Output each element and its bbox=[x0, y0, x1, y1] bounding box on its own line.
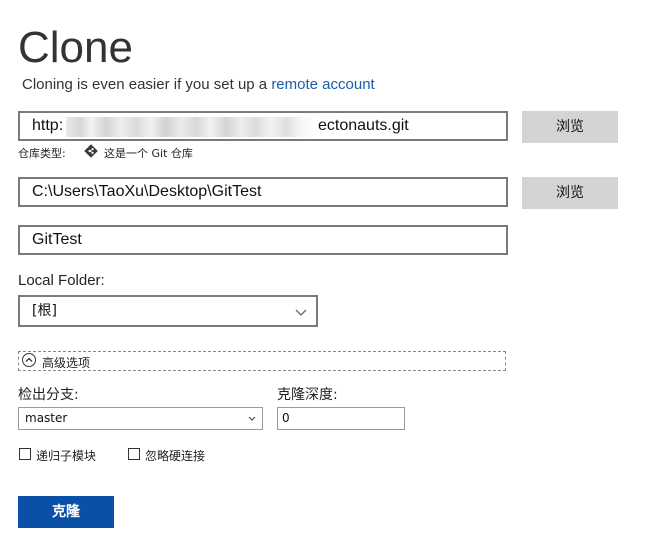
redacted-url-blur bbox=[66, 117, 316, 137]
chevron-down-icon bbox=[247, 408, 257, 435]
page-subtitle: Cloning is even easier if you set up a r… bbox=[22, 76, 375, 94]
advanced-options-label: 高级选项 bbox=[42, 356, 91, 370]
page-title: Clone bbox=[18, 23, 133, 72]
browse-path-button[interactable]: 浏览 bbox=[522, 177, 618, 209]
checkout-branch-value: master bbox=[25, 411, 68, 425]
local-folder-select[interactable]: [根] bbox=[18, 295, 318, 327]
chevron-down-icon bbox=[294, 301, 308, 329]
repo-url-prefix: http: bbox=[32, 117, 64, 134]
clone-depth-input[interactable]: 0 bbox=[277, 407, 405, 430]
recursive-submodules-label: 递归子模块 bbox=[36, 449, 97, 463]
advanced-options-toggle[interactable]: 高级选项 bbox=[18, 351, 506, 371]
repo-name-input[interactable]: GitTest bbox=[18, 225, 508, 255]
clone-depth-label: 克隆深度: bbox=[277, 387, 338, 403]
clone-button[interactable]: 克隆 bbox=[18, 496, 114, 528]
repo-type-text: 这是一个 Git 仓库 bbox=[104, 147, 193, 160]
checkout-branch-label: 检出分支: bbox=[18, 387, 79, 403]
ignore-hardlinks-label: 忽略硬连接 bbox=[145, 449, 206, 463]
repo-url-suffix: ectonauts.git bbox=[318, 117, 409, 134]
git-diamond-icon bbox=[84, 144, 98, 158]
browse-url-button[interactable]: 浏览 bbox=[522, 111, 618, 143]
checkout-branch-select[interactable]: master bbox=[18, 407, 263, 430]
local-path-input[interactable]: C:\Users\TaoXu\Desktop\GitTest bbox=[18, 177, 508, 207]
repo-url-input[interactable]: http: ectonauts.git bbox=[18, 111, 508, 141]
repo-type-label: 仓库类型: bbox=[18, 147, 66, 160]
recursive-submodules-checkbox[interactable] bbox=[19, 448, 31, 460]
remote-account-link[interactable]: remote account bbox=[271, 76, 374, 93]
subtitle-text: Cloning is even easier if you set up a bbox=[22, 76, 272, 93]
local-folder-label: Local Folder: bbox=[18, 272, 105, 289]
local-folder-value: [根] bbox=[32, 303, 57, 319]
ignore-hardlinks-checkbox[interactable] bbox=[128, 448, 140, 460]
chevron-up-icon bbox=[22, 353, 36, 367]
